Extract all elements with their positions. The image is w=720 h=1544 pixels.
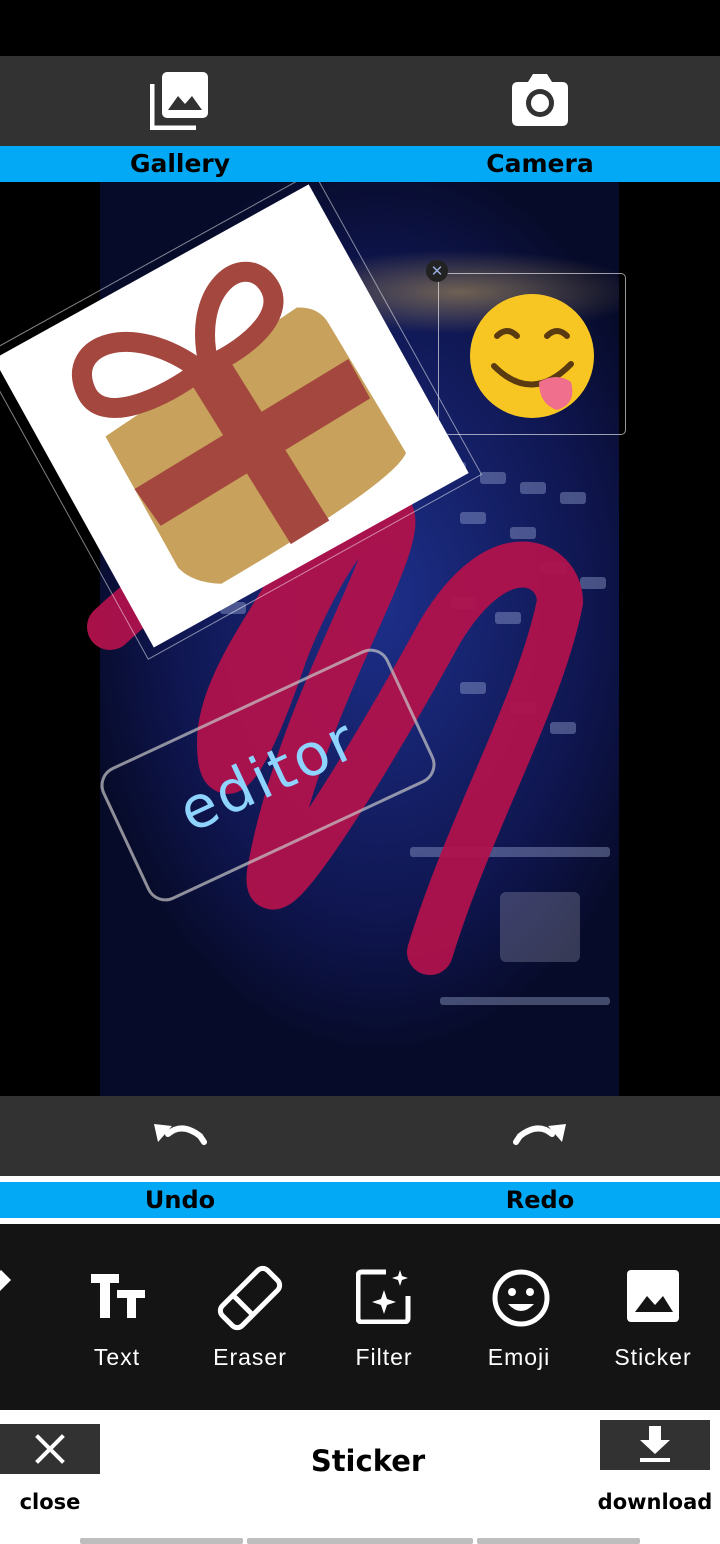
tool-emoji[interactable]: Emoji (459, 1224, 579, 1410)
redo-label: Redo (505, 1186, 575, 1214)
emoji-icon (492, 1269, 550, 1327)
status-bar (0, 0, 720, 56)
download-icon (640, 1426, 670, 1462)
close-button[interactable] (0, 1424, 100, 1474)
undo-label: Undo (144, 1186, 216, 1214)
sheet-title: Sticker (310, 1444, 426, 1478)
close-label: close (19, 1490, 81, 1514)
tools-bar: sh Text Eraser Filter Emo (0, 1224, 720, 1410)
tool-eraser[interactable]: Eraser (190, 1224, 310, 1410)
tool-sticker-label: Sticker (614, 1344, 692, 1370)
close-icon (35, 1434, 65, 1464)
download-button[interactable] (600, 1420, 710, 1470)
undo-button[interactable]: Undo (0, 1096, 360, 1218)
undo-icon (154, 1124, 207, 1145)
eraser-icon (217, 1265, 283, 1331)
tool-text-label: Text (93, 1344, 141, 1370)
tool-eraser-label: Eraser (213, 1344, 287, 1370)
sticker-icon (627, 1270, 679, 1322)
gallery-button[interactable]: Gallery (0, 56, 360, 182)
tool-brush-label: sh (0, 1344, 45, 1371)
tool-sticker[interactable]: Sticker (593, 1224, 713, 1410)
sheet-handle (477, 1538, 640, 1544)
gallery-icon (150, 72, 208, 130)
tool-text[interactable]: Text (57, 1224, 177, 1410)
tool-filter-label: Filter (355, 1344, 413, 1370)
redo-icon (513, 1124, 566, 1145)
sheet-handle (80, 1538, 243, 1544)
tool-filter[interactable]: Filter (324, 1224, 444, 1410)
tool-emoji-label: Emoji (487, 1344, 551, 1370)
remove-sticker-icon[interactable]: ✕ (426, 260, 448, 282)
camera-label: Camera (486, 149, 594, 178)
emoji-sticker[interactable] (438, 273, 626, 435)
editor-canvas[interactable]: ✕ editor (0, 182, 720, 1096)
text-icon (91, 1274, 145, 1318)
face-savoring-food-emoji (470, 294, 594, 418)
redo-button[interactable]: Redo (360, 1096, 720, 1218)
gallery-label: Gallery (129, 149, 231, 178)
sheet-handle (247, 1538, 473, 1544)
brush-icon (0, 1270, 11, 1291)
download-label: download (597, 1490, 713, 1514)
camera-icon (512, 74, 568, 126)
tool-brush[interactable]: sh (0, 1224, 45, 1410)
filter-icon (356, 1269, 411, 1324)
camera-button[interactable]: Camera (360, 56, 720, 182)
